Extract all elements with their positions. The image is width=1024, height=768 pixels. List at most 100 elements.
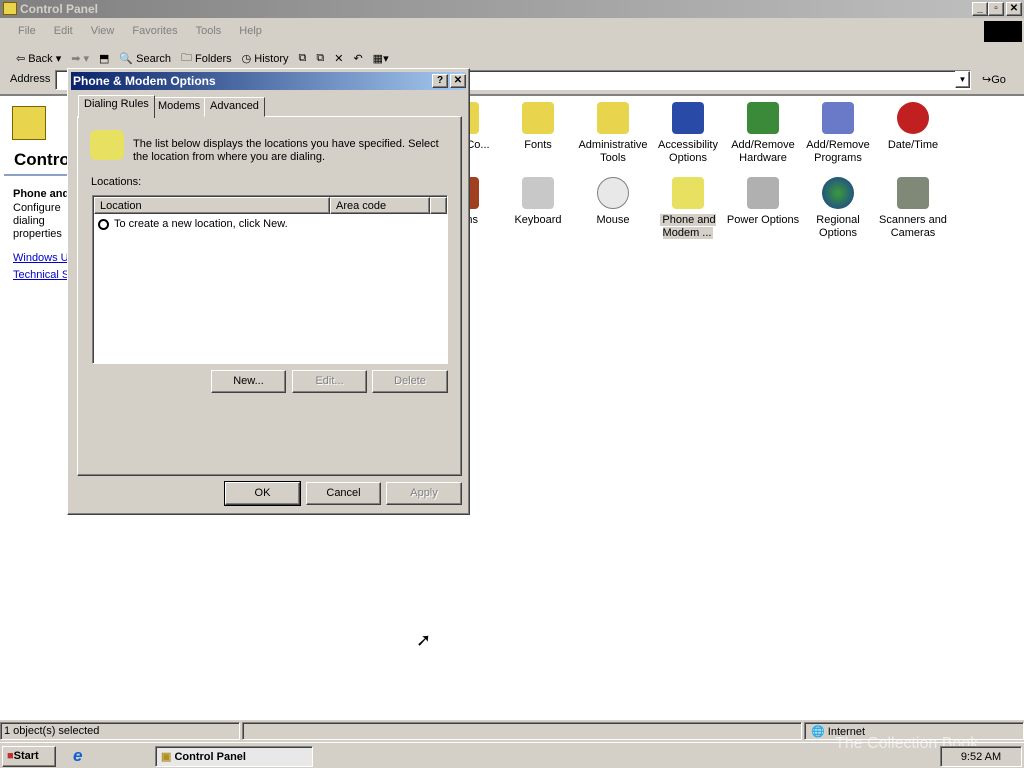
icon-label: Add/Remove Hardware: [731, 139, 795, 164]
task-label: Control Panel: [174, 751, 246, 763]
undo-icon[interactable]: ↶: [353, 49, 362, 68]
menu-file[interactable]: File: [18, 25, 36, 37]
menu-tools[interactable]: Tools: [196, 25, 222, 37]
apply-button[interactable]: Apply: [386, 482, 462, 505]
icon-label: Administrative Tools: [578, 139, 648, 164]
clock-icon: [897, 102, 929, 134]
history-button[interactable]: ◷ History: [242, 49, 289, 68]
clock-text: 9:52 AM: [960, 751, 1002, 763]
search-label: Search: [136, 52, 171, 65]
tab-label: Modems: [158, 100, 201, 112]
tab-modems[interactable]: Modems: [152, 97, 207, 117]
taskbar-control-panel[interactable]: ▣ Control Panel: [155, 746, 313, 767]
column-area-code[interactable]: Area code: [330, 197, 430, 214]
close-button[interactable]: ✕: [1006, 2, 1022, 16]
column-label: Area code: [336, 200, 387, 212]
menu-view[interactable]: View: [91, 25, 115, 37]
folders-label: Folders: [194, 52, 232, 65]
cancel-button[interactable]: Cancel: [306, 482, 381, 505]
column-filler: [430, 197, 447, 214]
programs-icon: [822, 102, 854, 134]
search-button[interactable]: 🔍 Search: [119, 49, 171, 68]
tab-advanced[interactable]: Advanced: [204, 97, 265, 117]
status-text: 1 object(s) selected: [4, 725, 100, 737]
dialog-description: The list below displays the locations yo…: [133, 138, 439, 163]
internet-explorer-icon[interactable]: e: [73, 746, 82, 766]
phone-icon: [90, 130, 124, 160]
icon-mouse[interactable]: Mouse: [575, 177, 651, 227]
icon-scanners-cameras[interactable]: Scanners and Cameras: [875, 177, 951, 240]
history-label: History: [254, 52, 289, 65]
back-label: Back: [28, 52, 53, 65]
start-button[interactable]: ■Start: [2, 746, 56, 767]
icon-fonts[interactable]: Fonts: [500, 102, 576, 152]
locations-list[interactable]: Location Area code To create a new locat…: [92, 195, 448, 364]
globe-icon: [822, 177, 854, 209]
folders-icon: 🗀: [180, 52, 192, 64]
delete-icon[interactable]: ✕: [334, 49, 343, 68]
copy-to-icon[interactable]: ⧉: [316, 49, 324, 68]
help-button[interactable]: ?: [432, 74, 448, 88]
mouse-icon: [597, 177, 629, 209]
icon-date-time[interactable]: Date/Time: [875, 102, 951, 152]
icon-keyboard[interactable]: Keyboard: [500, 177, 576, 227]
icon-administrative-tools[interactable]: Administrative Tools: [575, 102, 651, 165]
dialog-close-button[interactable]: ✕: [450, 74, 466, 88]
move-to-icon[interactable]: ⧉: [299, 49, 307, 68]
menu-edit[interactable]: Edit: [54, 25, 73, 37]
tab-dialing-rules[interactable]: Dialing Rules: [78, 95, 155, 118]
restore-button[interactable]: ▫: [988, 2, 1004, 16]
list-item[interactable]: To create a new location, click New.: [98, 218, 288, 230]
ok-label: OK: [254, 487, 271, 499]
admin-tools-icon: [597, 102, 629, 134]
forward-button[interactable]: ➡ ▾: [71, 49, 89, 68]
new-button[interactable]: New...: [211, 370, 286, 393]
locations-label: Locations:: [91, 176, 142, 188]
icon-label: Accessibility Options: [658, 139, 718, 164]
icon-add-remove-programs[interactable]: Add/Remove Programs: [800, 102, 876, 165]
hardware-icon: [747, 102, 779, 134]
column-location[interactable]: Location: [94, 197, 330, 214]
icon-add-remove-hardware[interactable]: Add/Remove Hardware: [725, 102, 801, 165]
window-title: Control Panel: [20, 2, 99, 16]
keyboard-icon: [522, 177, 554, 209]
menu-bar: File Edit View Favorites Tools Help: [18, 25, 280, 37]
ok-button[interactable]: OK: [224, 481, 301, 506]
folder-icon: ▣: [161, 751, 172, 763]
views-icon[interactable]: ▦▾: [373, 49, 389, 68]
icon-regional-options[interactable]: Regional Options: [800, 177, 876, 240]
apply-label: Apply: [410, 487, 438, 499]
address-dropdown[interactable]: ▼: [955, 71, 970, 88]
phone-icon: [672, 177, 704, 209]
start-label: Start: [13, 750, 39, 762]
icon-power-options[interactable]: Power Options: [725, 177, 801, 227]
history-icon: ◷: [241, 53, 252, 65]
fonts-icon: [522, 102, 554, 134]
up-folder-icon[interactable]: ⬒: [99, 49, 109, 68]
back-button[interactable]: ⇦ Back ▾: [16, 49, 61, 68]
edit-label: Edit...: [315, 375, 344, 387]
list-item-text: To create a new location, click New.: [114, 218, 288, 230]
scanner-icon: [897, 177, 929, 209]
accessibility-icon: [672, 102, 704, 134]
icon-label: Power Options: [726, 214, 800, 226]
minimize-button[interactable]: _: [972, 2, 988, 16]
menu-favorites[interactable]: Favorites: [132, 25, 177, 37]
phone-modem-dialog: Phone & Modem Options ? ✕ The list below…: [67, 68, 470, 515]
back-arrow-icon: ⇦: [16, 53, 26, 65]
delete-button[interactable]: Delete: [372, 370, 448, 393]
menu-help[interactable]: Help: [239, 25, 262, 37]
edit-button[interactable]: Edit...: [292, 370, 367, 393]
folders-button[interactable]: 🗀 Folders: [181, 49, 232, 68]
tab-panel: The list below displays the locations yo…: [77, 116, 462, 476]
icon-label: Mouse: [596, 214, 630, 226]
go-button[interactable]: ↪Go: [982, 73, 1006, 86]
icon-label: Regional Options: [816, 214, 860, 239]
dialog-titlebar: Phone & Modem Options: [71, 72, 466, 90]
icon-accessibility[interactable]: Accessibility Options: [650, 102, 726, 165]
delete-label: Delete: [394, 375, 426, 387]
icon-label: Scanners and Cameras: [879, 214, 947, 239]
icon-phone-modem[interactable]: Phone and Modem ...: [650, 177, 726, 240]
tab-label: Advanced: [210, 100, 259, 112]
windows-flag-icon: ■: [7, 750, 14, 762]
